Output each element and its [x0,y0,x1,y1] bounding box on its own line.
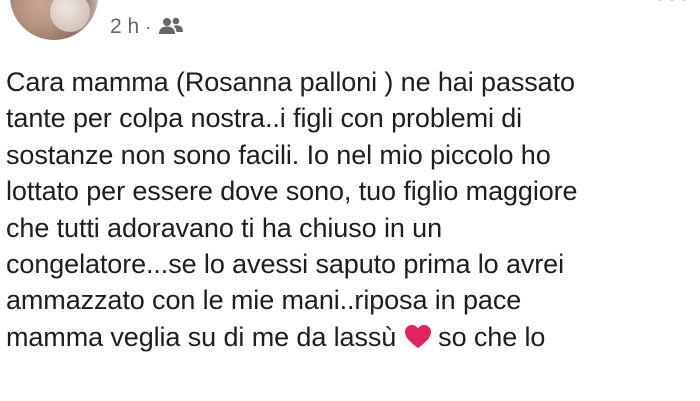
post-text-line: mamma veglia su di me da lassù so che lo [6,319,700,355]
avatar[interactable] [10,0,98,40]
facebook-post: 2 h · Cara mamma (Rosanna palloni ) ne h… [0,0,700,401]
post-text-line: congelatore...se lo avessi saputo prima … [6,248,564,279]
post-text-fragment: mamma veglia su di me da lassù [6,321,397,352]
more-options-icon[interactable] [652,0,692,4]
post-text-line: ammazzato con le mie mani..riposa in pac… [6,285,522,316]
post-meta: 2 h · [110,12,184,42]
post-timestamp[interactable]: 2 h [110,15,139,39]
post-text-line: Cara mamma (Rosanna palloni ) ne hai pas… [6,67,575,97]
avatar-photo-detail [50,0,90,32]
post-text-line: lottato per essere dove sono, tuo figlio… [6,176,578,207]
post-text-line: tante per colpa nostra..i figli con prob… [6,103,523,134]
post-text-line: sostanze non sono facili. Io nel mio pic… [6,139,551,170]
friends-icon[interactable] [158,16,184,36]
post-text-line: che tutti adoravano ti ha chiuso in un [6,212,442,243]
heart-icon [404,323,432,349]
post-text: Cara mamma (Rosanna palloni ) ne hai pas… [6,64,700,355]
meta-separator: · [145,16,152,37]
post-text-fragment: so che lo [438,321,546,352]
